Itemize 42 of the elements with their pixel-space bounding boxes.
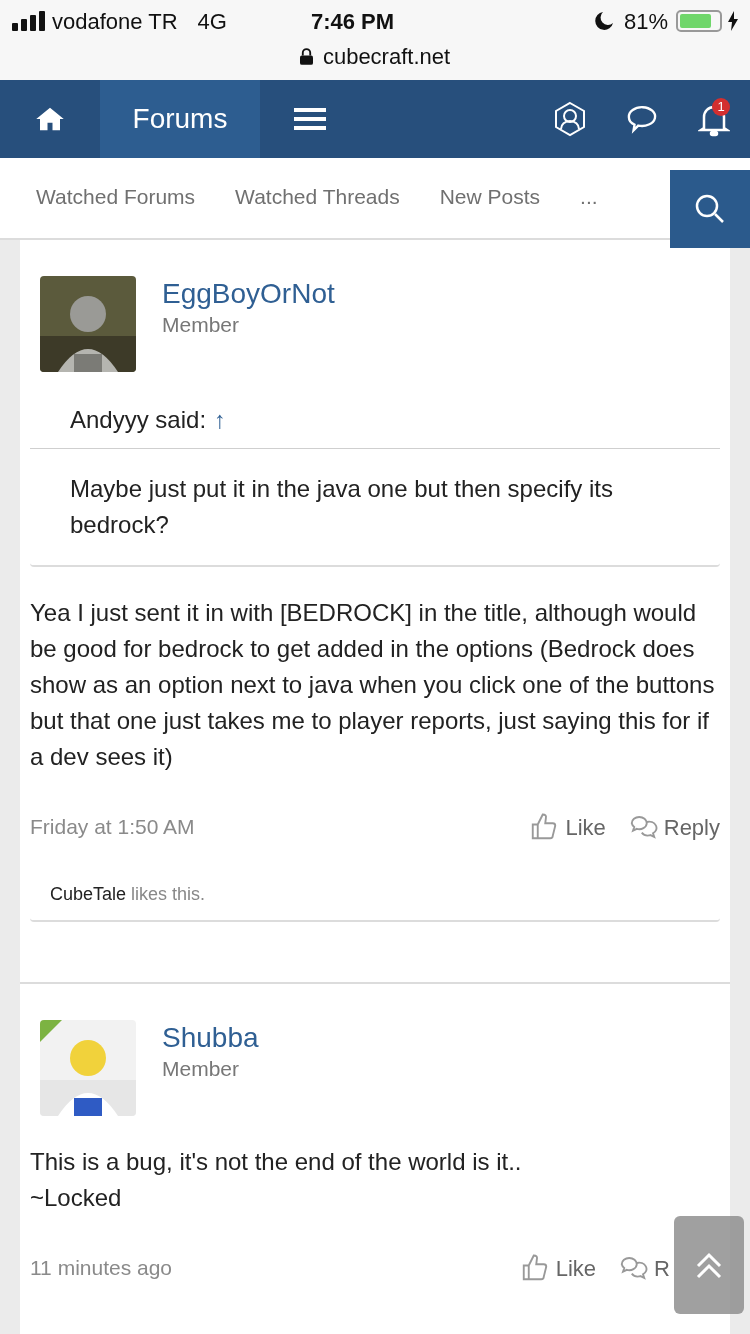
clock-text: 7:46 PM (310, 7, 396, 36)
battery-icon (676, 10, 722, 32)
like-button[interactable]: Like (519, 1251, 597, 1285)
lock-icon (299, 48, 313, 65)
user-role: Member (162, 312, 241, 338)
post-text: ~Locked (30, 1183, 123, 1213)
author-name[interactable]: EggBoyOrNot (162, 276, 335, 312)
moon-icon (593, 11, 614, 31)
reply-button[interactable]: R (618, 1251, 670, 1285)
post-time[interactable]: 11 minutes ago (30, 1252, 520, 1284)
quote-author: Andyyy said: (70, 405, 207, 435)
url-text[interactable]: cubecraft.net (322, 40, 451, 73)
liker-name[interactable]: CubeTale (50, 884, 127, 904)
user-icon (552, 101, 588, 137)
alerts-button[interactable]: 1 (678, 80, 750, 158)
subnav-link[interactable]: Watched Forums (36, 181, 196, 213)
post-time[interactable]: Friday at 1:50 AM (30, 811, 530, 843)
network-text: 4G (197, 7, 227, 36)
likes-text: likes this. (131, 884, 206, 904)
quote-link-arrow[interactable]: ↑ (214, 402, 227, 438)
menu-icon (294, 107, 326, 131)
notification-badge: 1 (712, 98, 730, 116)
search-button[interactable] (670, 170, 750, 248)
carrier-text: vodafone TR (52, 7, 178, 36)
battery-percent: 81% (623, 7, 668, 36)
subnav-link[interactable]: Watched Threads (235, 181, 400, 213)
post-text: Yea I just sent it in with [BEDROCK] in the title, although would be good for bedrock to get added in the options (Bedrock does show as an option next to java when you click one of the buttons but that one just takes me to player reports, just saying this for if a dev sees it) (30, 598, 716, 772)
subnav-link[interactable]: ... (580, 181, 598, 213)
quote-text: Maybe just put it in the java one but then specify its bedrock? (69, 474, 614, 540)
speech-bubble-icon (625, 104, 659, 134)
user-role: Member (162, 1056, 241, 1082)
charging-icon (728, 11, 738, 31)
post-text: This is a bug, it's not the end of the world is it.. (30, 1147, 523, 1177)
nav-tab[interactable]: Forums (100, 80, 260, 158)
like-button[interactable]: Like (529, 810, 606, 844)
subnav-link[interactable]: New Posts (439, 181, 541, 213)
double-chevron-up-icon (694, 1250, 724, 1280)
signal-icon (12, 11, 46, 31)
search-icon (694, 193, 726, 225)
reply-button[interactable]: Reply (627, 810, 720, 844)
author-name[interactable]: Shubba (162, 1020, 259, 1056)
scroll-to-top-button[interactable] (674, 1216, 744, 1314)
